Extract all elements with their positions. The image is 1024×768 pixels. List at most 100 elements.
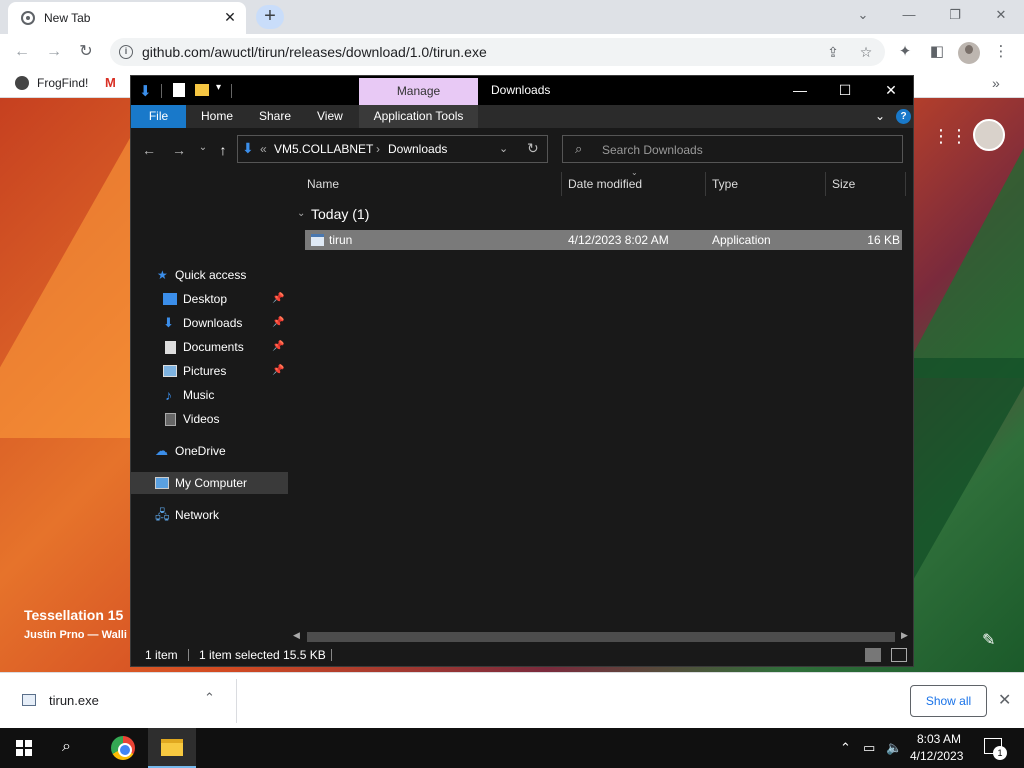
quick-access-dropdown-icon[interactable]: ▾ — [216, 82, 221, 93]
nav-music[interactable]: ♪ Music — [131, 384, 288, 406]
column-size[interactable]: Size — [832, 172, 855, 196]
reload-icon[interactable]: ↻ — [76, 42, 96, 62]
explorer-taskbar-button[interactable] — [148, 728, 196, 768]
group-header-today[interactable]: Today (1) — [311, 206, 369, 222]
breadcrumb-separator[interactable]: › — [376, 142, 380, 156]
scrollbar-thumb[interactable] — [307, 632, 895, 642]
google-apps-icon[interactable]: ⋮⋮ — [932, 126, 968, 146]
scroll-left-icon[interactable]: ◀ — [293, 630, 300, 641]
pin-icon: 📌 — [272, 293, 285, 304]
ribbon-tab-home[interactable]: Home — [201, 105, 233, 128]
frogfind-icon — [15, 76, 29, 90]
column-name[interactable]: Name — [307, 172, 339, 196]
new-folder-icon[interactable] — [195, 84, 209, 96]
show-hidden-icons-icon[interactable]: ⌃ — [840, 740, 851, 756]
ribbon-tab-application-tools[interactable]: Application Tools — [359, 105, 478, 128]
bookmarks-overflow-button[interactable]: » — [992, 75, 1000, 91]
nav-documents[interactable]: Documents 📌 — [131, 336, 288, 358]
column-date-modified[interactable]: Date modified — [568, 172, 642, 196]
nav-desktop[interactable]: Desktop 📌 — [131, 288, 288, 310]
nav-network[interactable]: 🖧 Network — [131, 504, 288, 526]
scroll-right-icon[interactable]: ▶ — [901, 630, 908, 641]
clock-time[interactable]: 8:03 AM — [917, 732, 961, 746]
expand-ribbon-icon[interactable]: ⌄ — [875, 109, 885, 123]
nav-videos[interactable]: Videos — [131, 408, 288, 430]
volume-icon[interactable]: 🔈 — [886, 740, 902, 756]
tab-close-button[interactable]: ✕ — [222, 9, 238, 25]
pin-icon: 📌 — [272, 341, 285, 352]
wallpaper-credit[interactable]: Justin Prno — Walli — [24, 629, 127, 641]
bookmark-star-icon[interactable]: ☆ — [858, 44, 874, 60]
download-shelf: tirun.exe ⌃ Show all ✕ — [0, 672, 1024, 728]
computer-icon — [155, 477, 169, 489]
nav-downloads[interactable]: ⬇ Downloads 📌 — [131, 312, 288, 334]
manage-context-tab[interactable]: Manage — [359, 78, 478, 105]
gmail-icon[interactable]: M — [105, 75, 116, 90]
file-type: Application — [712, 233, 771, 247]
restore-button[interactable]: ❐ — [940, 4, 970, 26]
explorer-address-bar[interactable]: ⬇ « VM5.COLLABNET › Downloads ⌄ ↻ — [237, 135, 548, 163]
extensions-icon[interactable]: ✦ — [896, 43, 914, 61]
large-icons-view-icon[interactable] — [891, 648, 907, 662]
close-shelf-icon[interactable]: ✕ — [998, 690, 1011, 710]
tab-search-icon[interactable]: ⌄ — [848, 4, 878, 26]
customize-pencil-icon[interactable]: ✎ — [982, 630, 995, 650]
nav-onedrive[interactable]: ☁ OneDrive — [131, 440, 288, 462]
ribbon-tab-view[interactable]: View — [317, 105, 343, 128]
explorer-back-icon[interactable]: ← — [141, 142, 157, 158]
back-icon[interactable]: ← — [12, 42, 32, 62]
menu-icon[interactable]: ⋮ — [992, 43, 1010, 61]
breadcrumb-downloads[interactable]: Downloads — [388, 142, 447, 156]
forward-icon[interactable]: → — [44, 42, 64, 62]
ribbon-tab-share[interactable]: Share — [259, 105, 291, 128]
bookmark-frogfind[interactable]: FrogFind! — [15, 76, 88, 90]
taskbar-search-icon[interactable]: ⌕ — [62, 738, 71, 756]
recent-locations-icon[interactable]: ⌄ — [195, 142, 211, 153]
search-downloads-input[interactable]: ⌕ Search Downloads — [562, 135, 903, 163]
file-name: tirun — [329, 233, 353, 247]
minimize-button[interactable]: — — [894, 4, 924, 26]
profile-avatar[interactable] — [958, 42, 980, 64]
status-item-count: 1 item — [145, 648, 178, 662]
horizontal-scrollbar[interactable]: ◀ ▶ — [289, 630, 913, 644]
ribbon-tab-file[interactable]: File — [131, 105, 186, 128]
download-options-chevron-icon[interactable]: ⌃ — [204, 690, 215, 706]
google-account-avatar[interactable] — [973, 119, 1005, 151]
nav-pictures[interactable]: Pictures 📌 — [131, 360, 288, 382]
help-icon[interactable]: ? — [896, 109, 911, 124]
explorer-minimize-button[interactable]: — — [785, 80, 815, 100]
site-info-icon[interactable]: i — [119, 45, 133, 59]
file-row-tirun[interactable]: tirun 4/12/2023 8:02 AM Application 16 K… — [305, 230, 902, 250]
nav-my-computer[interactable]: My Computer — [131, 472, 288, 494]
close-window-button[interactable]: ✕ — [986, 4, 1016, 26]
show-all-button[interactable]: Show all — [910, 685, 987, 717]
explorer-maximize-button[interactable]: ☐ — [830, 80, 860, 100]
network-tray-icon[interactable]: ▭ — [863, 740, 875, 756]
clock-date[interactable]: 4/12/2023 — [910, 749, 963, 763]
file-list: Name ⌄ Date modified Type Size ⌄ Today (… — [289, 168, 913, 644]
explorer-close-button[interactable]: ✕ — [876, 80, 906, 100]
properties-icon[interactable] — [173, 83, 185, 97]
address-dropdown-icon[interactable]: ⌄ — [499, 142, 508, 155]
group-collapse-icon[interactable]: ⌄ — [297, 208, 305, 219]
details-view-icon[interactable] — [865, 648, 881, 662]
address-bar[interactable]: i github.com/awuctl/tirun/releases/downl… — [110, 38, 885, 66]
column-type[interactable]: Type — [712, 172, 738, 196]
up-icon[interactable]: ↑ — [215, 142, 231, 158]
explorer-forward-icon[interactable]: → — [171, 142, 187, 158]
desktop-icon — [163, 293, 177, 305]
side-panel-icon[interactable]: ◧ — [928, 43, 946, 61]
refresh-icon[interactable]: ↻ — [527, 140, 539, 157]
new-tab-button[interactable]: + — [256, 5, 284, 29]
start-windows-icon[interactable] — [16, 740, 32, 756]
status-selection: 1 item selected 15.5 KB — [199, 648, 326, 662]
browser-tab[interactable]: New Tab ✕ — [8, 2, 246, 34]
nav-quick-access[interactable]: ★ Quick access — [131, 264, 288, 286]
breadcrumb-vm5[interactable]: VM5.COLLABNET — [274, 142, 373, 156]
share-icon[interactable]: ⇪ — [825, 44, 841, 60]
download-item-name[interactable]: tirun.exe — [49, 693, 99, 708]
chrome-taskbar-icon[interactable] — [111, 736, 135, 760]
explorer-status-bar: 1 item 1 item selected 15.5 KB — [131, 644, 913, 666]
breadcrumb-overflow[interactable]: « — [260, 142, 267, 156]
wallpaper-title[interactable]: Tessellation 15 — [24, 607, 123, 623]
